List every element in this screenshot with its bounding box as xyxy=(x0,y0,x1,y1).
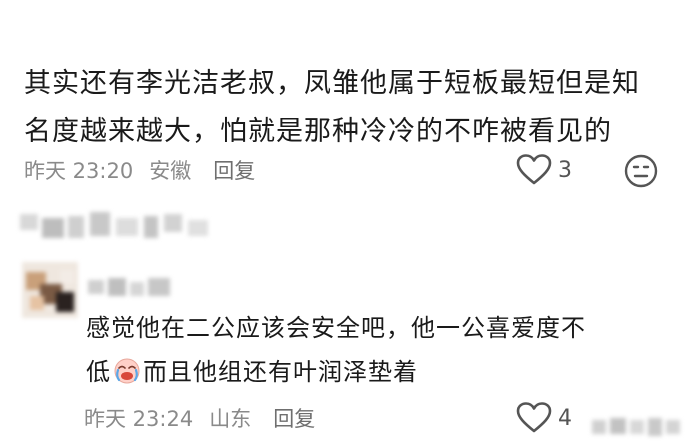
comment-thread: 其实还有李光洁老叔，凤雏他属于短板最短但是知 名度越来越大，怕就是那种冷冷的不咋… xyxy=(0,0,690,444)
comment-text-line-2: 名度越来越大，怕就是那种冷冷的不咋被看见的 xyxy=(24,116,612,147)
reply-text: 感觉他在二公应该会安全吧，他一公喜爱度不 低 而且他组还有叶润泽垫着 xyxy=(86,306,666,394)
reply-reply-button[interactable]: 回复 xyxy=(273,403,315,433)
reply-like-count: 4 xyxy=(558,405,572,431)
reply-location: 山东 xyxy=(209,407,252,431)
comment-text: 其实还有李光洁老叔，凤雏他属于短板最短但是知 名度越来越大，怕就是那种冷冷的不咋… xyxy=(24,60,664,156)
comment-meta: 昨天 23:20 安徽 回复 xyxy=(24,155,255,185)
reply-like-button[interactable]: 4 xyxy=(516,402,572,434)
emoji-reaction-button[interactable] xyxy=(624,154,658,192)
heart-outline-icon xyxy=(516,402,552,433)
reply-button[interactable]: 回复 xyxy=(213,155,255,185)
reply-timestamp: 昨天 23:24 xyxy=(84,407,194,431)
like-count: 3 xyxy=(558,157,572,183)
reply-text-before-emoji: 低 xyxy=(86,358,111,386)
reply-text-line-2: 低 而且他组还有叶润泽垫着 xyxy=(86,350,666,394)
reply-meta: 昨天 23:24 山东 回复 xyxy=(84,403,315,433)
heart-outline-icon xyxy=(516,154,552,185)
reply-text-after-emoji: 而且他组还有叶润泽垫着 xyxy=(143,358,418,386)
like-button[interactable]: 3 xyxy=(516,154,572,186)
redacted-text-block xyxy=(20,212,208,238)
comment-text-line-1: 其实还有李光洁老叔，凤雏他属于短板最短但是知 xyxy=(24,68,640,99)
comment-location: 安徽 xyxy=(149,159,192,183)
crying-laugh-emoji-icon xyxy=(114,358,140,384)
comment-timestamp: 昨天 23:20 xyxy=(24,159,134,183)
reply-text-line-1: 感觉他在二公应该会安全吧，他一公喜爱度不 xyxy=(86,314,586,342)
smiley-face-icon xyxy=(624,154,658,188)
username-redacted xyxy=(88,278,170,296)
watermark-redacted xyxy=(592,418,680,436)
avatar[interactable] xyxy=(22,262,78,318)
